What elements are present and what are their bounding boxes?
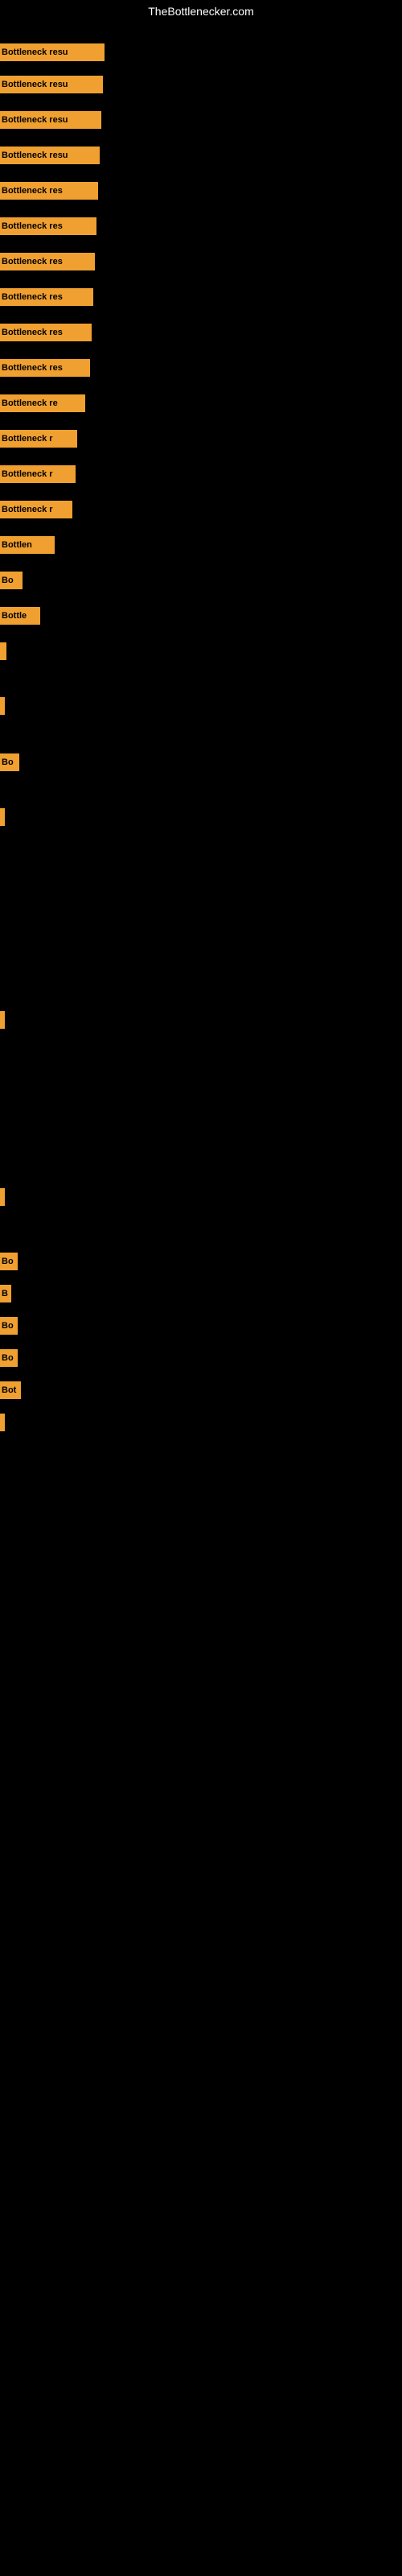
- bar-item-20: Bo: [0, 753, 19, 771]
- bar-item-14: Bottleneck r: [0, 501, 72, 518]
- bar-item-11: Bottleneck re: [0, 394, 85, 412]
- bar-item-27: B: [0, 1285, 11, 1302]
- bar-item-2: Bottleneck resu: [0, 76, 103, 93]
- bar-item-10: Bottleneck res: [0, 359, 90, 377]
- bar-item-3: Bottleneck resu: [0, 111, 101, 129]
- bar-item-31: [0, 1414, 5, 1431]
- bar-item-26: Bo: [0, 1253, 18, 1270]
- bar-item-17: Bottle: [0, 607, 40, 625]
- bar-item-7: Bottleneck res: [0, 253, 95, 270]
- bar-item-28: Bo: [0, 1317, 18, 1335]
- bar-item-6: Bottleneck res: [0, 217, 96, 235]
- bar-item-13: Bottleneck r: [0, 465, 76, 483]
- bar-item-1: Bottleneck resu: [0, 43, 105, 61]
- bar-item-30: Bot: [0, 1381, 21, 1399]
- bar-item-5: Bottleneck res: [0, 182, 98, 200]
- bar-item-25: [0, 1188, 5, 1206]
- bar-item-18: [0, 642, 6, 660]
- bar-item-4: Bottleneck resu: [0, 147, 100, 164]
- bar-item-8: Bottleneck res: [0, 288, 93, 306]
- bar-item-9: Bottleneck res: [0, 324, 92, 341]
- bar-item-21: [0, 808, 5, 826]
- bar-item-29: Bo: [0, 1349, 18, 1367]
- bar-item-15: Bottlen: [0, 536, 55, 554]
- bar-item-16: Bo: [0, 572, 23, 589]
- site-title: TheBottlenecker.com: [0, 0, 402, 21]
- bar-item-23: [0, 1011, 5, 1029]
- bar-item-19: [0, 697, 5, 715]
- bar-item-12: Bottleneck r: [0, 430, 77, 448]
